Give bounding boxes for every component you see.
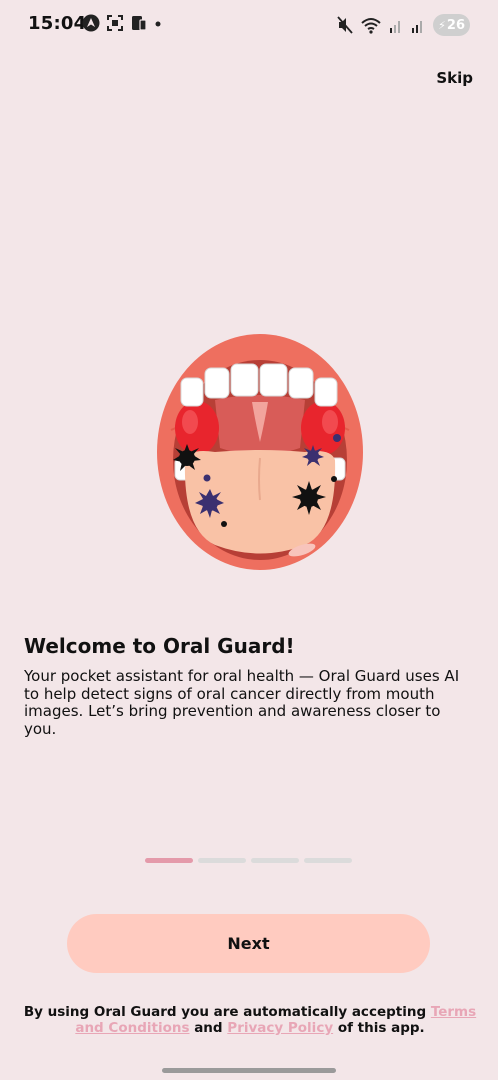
next-button[interactable]: Next <box>67 914 430 973</box>
terms-text-and: and <box>189 1020 228 1036</box>
terms-notice: By using Oral Guard you are automaticall… <box>22 1004 478 1036</box>
status-bar: 15:04 ⚡ 26 <box>0 0 498 52</box>
battery-bolt-icon: ⚡ <box>438 18 446 32</box>
navigation-icon <box>82 14 100 32</box>
tonsil-left <box>175 401 219 455</box>
status-time: 15:04 <box>28 13 87 34</box>
phone-clipboard-icon <box>132 16 147 31</box>
open-mouth-illustration <box>157 334 363 570</box>
screenshot-icon <box>107 15 123 31</box>
page-title: Welcome to Oral Guard! <box>24 634 295 658</box>
page-indicator-dot-active <box>145 858 193 863</box>
battery-level: 26 <box>446 17 465 33</box>
battery-icon: ⚡ 26 <box>433 14 470 36</box>
skip-button[interactable]: Skip <box>436 69 473 87</box>
page-indicator-dot <box>251 858 299 863</box>
page-indicator-dot <box>198 858 246 863</box>
status-right-icons: ⚡ 26 <box>337 14 470 36</box>
signal-icon <box>390 21 401 33</box>
privacy-policy-link[interactable]: Privacy Policy <box>227 1020 333 1036</box>
status-left-icons <box>82 14 162 32</box>
signal-icon <box>412 21 423 33</box>
page-indicator-dot <box>304 858 352 863</box>
page-indicator <box>145 858 352 863</box>
page-description: Your pocket assistant for oral health — … <box>24 667 460 738</box>
wifi-icon <box>361 18 381 34</box>
mute-icon <box>337 16 353 34</box>
terms-text-prefix: By using Oral Guard you are automaticall… <box>23 1004 431 1020</box>
tonsil-right <box>301 401 345 455</box>
dot-icon <box>155 21 161 27</box>
terms-text-suffix: of this app. <box>333 1020 425 1036</box>
home-indicator[interactable] <box>162 1068 336 1073</box>
